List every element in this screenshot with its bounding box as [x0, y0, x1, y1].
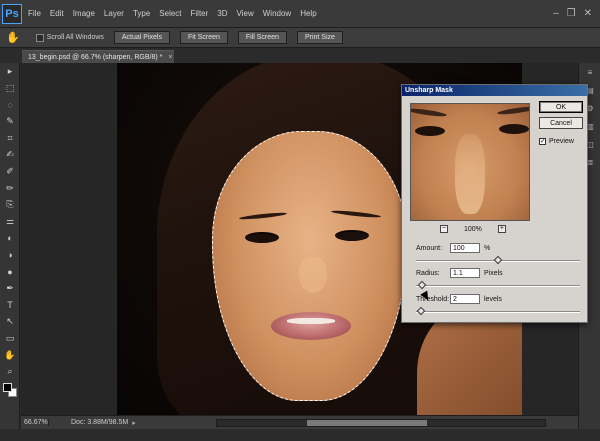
menu-layer[interactable]: Layer: [104, 9, 124, 18]
marquee-tool-icon[interactable]: ⬚: [0, 80, 20, 97]
preview-zoom-controls: − 100% +: [440, 225, 506, 233]
window-controls: – ❐ ✕: [553, 8, 592, 19]
radius-row: Radius: 1.1 Pixels: [416, 268, 503, 278]
threshold-slider-thumb[interactable]: [416, 306, 425, 316]
brush-tool-icon[interactable]: ✏: [0, 180, 20, 197]
tools-panel: ▸ ⬚ ◌ ✎ ⌗ ✍ ✐ ✏ ⎘ ⚌ ◐ ◑ ● ✒ T ↖ ▭ ✋ ⌕: [0, 63, 20, 429]
radius-slider[interactable]: [416, 280, 580, 290]
fill-screen-button[interactable]: Fill Screen: [237, 31, 287, 44]
zoom-tool-icon[interactable]: ⌕: [0, 363, 20, 380]
menu-image[interactable]: Image: [73, 9, 95, 18]
left-eye: [245, 232, 279, 243]
type-tool-icon[interactable]: T: [0, 297, 20, 314]
preview-left-brow: [411, 107, 448, 118]
menu-filter[interactable]: Filter: [191, 9, 209, 18]
document-tab[interactable]: 13_begin.psd @ 66.7% (sharpen, RGB/8) * …: [22, 50, 174, 63]
radius-label: Radius:: [416, 269, 440, 277]
bottom-strip: [0, 429, 600, 441]
checkbox-box[interactable]: [35, 33, 44, 42]
options-bar: ✋ Scroll All Windows Actual Pixels Fit S…: [0, 28, 600, 48]
move-tool-icon[interactable]: ▸: [0, 63, 20, 80]
horizontal-scrollbar[interactable]: [215, 418, 546, 427]
filter-preview[interactable]: [410, 103, 530, 221]
preview-right-brow: [496, 105, 529, 116]
zoom-in-icon[interactable]: +: [497, 225, 506, 233]
fit-screen-button[interactable]: Fit Screen: [179, 31, 228, 44]
preview-checkbox[interactable]: ✓ Preview: [539, 138, 574, 145]
radius-unit: Pixels: [484, 269, 503, 277]
face-selection: [212, 131, 407, 401]
cancel-button[interactable]: Cancel: [539, 117, 583, 129]
preview-check-icon[interactable]: ✓: [539, 138, 546, 145]
hand-tool-panel-icon[interactable]: ✋: [0, 347, 20, 364]
document-size-info: Doc: 3.88M/98.5M: [71, 419, 129, 426]
shape-tool-icon[interactable]: ▭: [0, 330, 20, 347]
right-eyebrow: [330, 209, 382, 219]
menu-3d[interactable]: 3D: [217, 9, 227, 18]
status-bar: 66.67% Doc: 3.88M/98.5M ▸: [21, 415, 578, 429]
actual-pixels-button[interactable]: Actual Pixels: [113, 31, 170, 44]
print-size-button[interactable]: Print Size: [296, 31, 343, 44]
scroll-all-windows-label: Scroll All Windows: [46, 34, 104, 41]
document-title: 13_begin.psd @ 66.7% (sharpen, RGB/8) *: [28, 53, 163, 61]
foreground-color-swatch[interactable]: [3, 383, 12, 392]
photoshop-logo: Ps: [2, 3, 22, 24]
threshold-input[interactable]: 2: [450, 294, 480, 304]
preview-nose: [455, 134, 485, 214]
preview-label: Preview: [549, 138, 574, 145]
menu-edit[interactable]: Edit: [50, 9, 64, 18]
eyedropper-tool-icon[interactable]: ✍: [0, 146, 20, 163]
menu-help[interactable]: Help: [300, 9, 316, 18]
menu-bar: Ps File Edit Image Layer Type Select Fil…: [0, 0, 600, 28]
blur-tool-icon[interactable]: ●: [0, 263, 20, 280]
amount-input[interactable]: 100: [450, 243, 480, 253]
panel-menu-icon[interactable]: ≡: [579, 63, 600, 81]
preview-zoom-level: 100%: [464, 225, 482, 233]
unsharp-mask-dialog: Unsharp Mask − 100% + OK Cancel ✓ Previe…: [401, 84, 588, 323]
preview-right-eye: [499, 124, 529, 134]
path-selection-tool-icon[interactable]: ↖: [0, 313, 20, 330]
menu-select[interactable]: Select: [159, 9, 181, 18]
pen-tool-icon[interactable]: ✒: [0, 280, 20, 297]
zoom-level-field[interactable]: 66.67%: [21, 419, 49, 426]
radius-slider-thumb[interactable]: [417, 280, 427, 290]
close-icon[interactable]: ✕: [584, 8, 592, 19]
threshold-unit: levels: [484, 295, 502, 303]
scrollbar-thumb[interactable]: [306, 419, 427, 426]
amount-unit: %: [484, 244, 491, 252]
amount-slider-thumb[interactable]: [493, 255, 503, 265]
preview-left-eye: [415, 126, 445, 136]
gradient-tool-icon[interactable]: ◑: [0, 247, 20, 264]
amount-slider[interactable]: [416, 255, 580, 265]
healing-brush-tool-icon[interactable]: ✐: [0, 163, 20, 180]
left-eyebrow: [238, 211, 288, 221]
lasso-tool-icon[interactable]: ◌: [0, 96, 20, 113]
dialog-title[interactable]: Unsharp Mask: [402, 85, 587, 96]
menu-view[interactable]: View: [237, 9, 254, 18]
crop-tool-icon[interactable]: ⌗: [0, 130, 20, 147]
lips: [271, 312, 351, 340]
ok-button[interactable]: OK: [539, 101, 583, 113]
hand-tool-icon[interactable]: ✋: [6, 31, 20, 44]
threshold-slider[interactable]: [416, 306, 580, 316]
restore-icon[interactable]: ❐: [567, 8, 576, 19]
eraser-tool-icon[interactable]: ◐: [0, 230, 20, 247]
menu-window[interactable]: Window: [263, 9, 291, 18]
amount-row: Amount: 100 %: [416, 243, 490, 253]
quick-selection-tool-icon[interactable]: ✎: [0, 113, 20, 130]
teeth: [287, 318, 335, 324]
status-menu-arrow-icon[interactable]: ▸: [132, 419, 136, 427]
clone-stamp-tool-icon[interactable]: ⎘: [0, 197, 20, 214]
right-eye: [335, 230, 369, 241]
history-brush-tool-icon[interactable]: ⚌: [0, 213, 20, 230]
tab-close-icon[interactable]: ×: [168, 54, 172, 61]
zoom-out-icon[interactable]: −: [440, 225, 448, 233]
menu-file[interactable]: File: [28, 9, 41, 18]
amount-label: Amount:: [416, 244, 443, 252]
scroll-all-windows-checkbox[interactable]: Scroll All Windows: [35, 33, 104, 42]
minimize-icon[interactable]: –: [553, 8, 559, 19]
nose: [299, 257, 327, 293]
radius-input[interactable]: 1.1: [450, 268, 480, 278]
menu-type[interactable]: Type: [133, 9, 150, 18]
